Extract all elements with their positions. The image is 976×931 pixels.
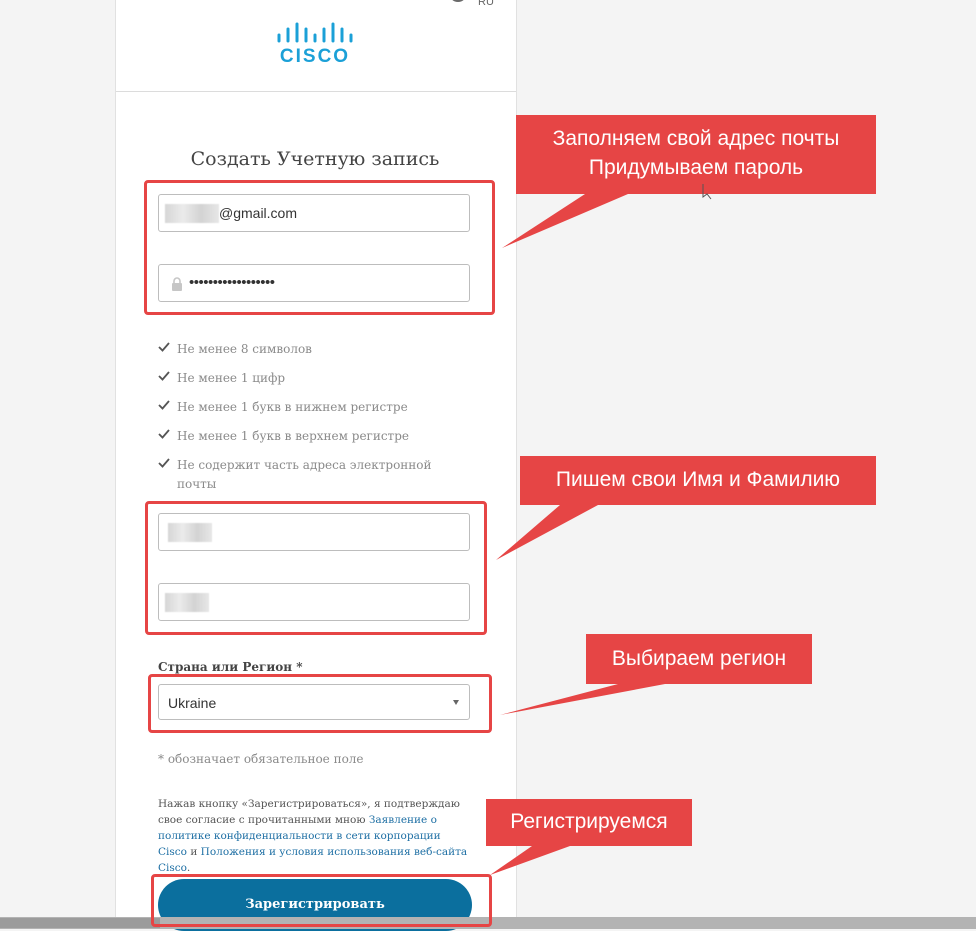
- callout-register-text: Регистрируемся: [510, 810, 668, 833]
- callout-name-text: Пишем свои Имя и Фамилию: [555, 468, 841, 491]
- callout-credentials-text: Заполняем свой адрес почты Придумываем п…: [516, 124, 876, 182]
- callout-region-text: Выбираем регион: [611, 647, 787, 670]
- callout-credentials-line2: Придумываем пароль: [588, 156, 804, 179]
- callout-credentials-line1: Заполняем свой адрес почты: [552, 127, 840, 150]
